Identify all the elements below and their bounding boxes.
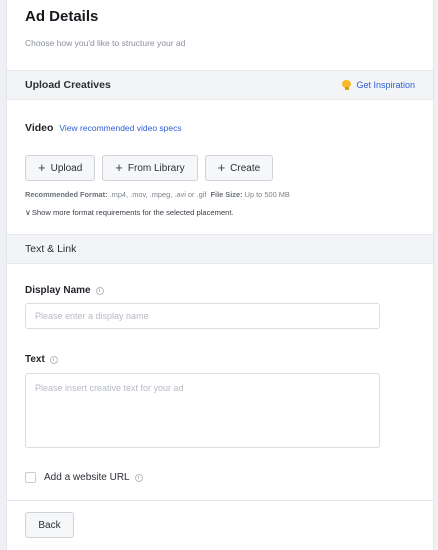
ad-details-panel: Ad Details Choose how you'd like to stru… xyxy=(6,0,434,550)
footer-divider xyxy=(7,500,433,501)
get-inspiration-link[interactable]: Get Inspiration xyxy=(342,79,415,91)
display-name-placeholder: Please enter a display name xyxy=(35,311,149,321)
file-size-label: File Size: xyxy=(210,190,243,199)
plus-icon: + xyxy=(115,160,123,175)
text-label: Text xyxy=(25,354,45,365)
text-label-row: Text xyxy=(25,354,58,365)
back-button-label: Back xyxy=(38,519,61,531)
info-icon[interactable] xyxy=(95,286,104,295)
ad-text-textarea[interactable]: Please insert creative text for your ad xyxy=(25,373,380,448)
display-name-label: Display Name xyxy=(25,285,91,296)
create-button[interactable]: + Create xyxy=(204,155,274,181)
create-button-label: Create xyxy=(230,162,261,174)
upload-button[interactable]: + Upload xyxy=(25,155,96,181)
upload-creatives-section-header: Upload Creatives Get Inspiration xyxy=(7,70,433,100)
upload-button-label: Upload xyxy=(50,162,83,174)
page-subtitle: Choose how you'd like to structure your … xyxy=(25,38,186,48)
page-title: Ad Details xyxy=(25,8,99,25)
file-size-value: Up to 500 MB xyxy=(244,190,290,199)
panel-header: Ad Details Choose how you'd like to stru… xyxy=(7,0,433,70)
info-icon[interactable] xyxy=(134,473,143,482)
display-name-input[interactable]: Please enter a display name xyxy=(25,303,380,329)
get-inspiration-label: Get Inspiration xyxy=(356,80,415,90)
plus-icon: + xyxy=(217,160,226,175)
format-value: .mp4, .mov, .mpeg, .avi or .gif xyxy=(109,190,207,199)
website-url-checkbox[interactable] xyxy=(25,472,36,483)
format-label: Recommended Format: xyxy=(25,190,108,199)
video-label: Video xyxy=(25,122,54,134)
show-more-label: Show more format requirements for the se… xyxy=(31,208,234,217)
ad-text-placeholder: Please insert creative text for your ad xyxy=(35,383,184,393)
text-link-section-header: Text & Link xyxy=(7,234,433,264)
lightbulb-icon xyxy=(342,79,352,91)
info-icon[interactable] xyxy=(49,355,58,364)
section-title-upload-creatives: Upload Creatives xyxy=(25,79,111,91)
website-url-row: Add a website URL xyxy=(25,472,143,483)
chevron-down-icon: ∨ xyxy=(25,208,31,217)
website-url-label[interactable]: Add a website URL xyxy=(44,472,130,483)
plus-icon: + xyxy=(38,160,46,175)
back-button[interactable]: Back xyxy=(25,512,74,538)
upload-button-group: + Upload + From Library + Create xyxy=(25,155,280,181)
format-requirements-text: Recommended Format: .mp4, .mov, .mpeg, .… xyxy=(25,190,290,199)
from-library-button-label: From Library xyxy=(127,162,185,174)
view-video-specs-link[interactable]: View recommended video specs xyxy=(59,123,181,133)
section-title-text-link: Text & Link xyxy=(25,243,77,255)
display-name-label-row: Display Name xyxy=(25,285,104,296)
video-row: Video View recommended video specs xyxy=(25,122,182,134)
from-library-button[interactable]: + From Library xyxy=(102,155,198,181)
show-more-requirements-link[interactable]: ∨ Show more format requirements for the … xyxy=(25,208,234,217)
